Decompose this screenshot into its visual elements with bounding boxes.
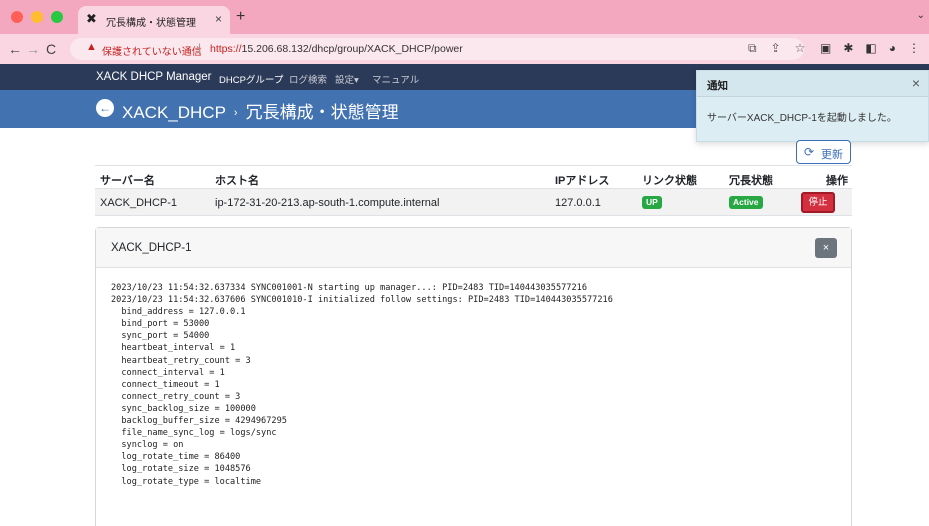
log-line: heartbeat_retry_count = 3 (111, 355, 251, 366)
log-line: connect_interval = 1 (111, 367, 225, 378)
warning-triangle-icon: ▲ (86, 41, 97, 53)
nav-log-search[interactable]: ログ検索 (289, 72, 327, 86)
table-header: サーバー名 ホスト名 IPアドレス リンク状態 冗長状態 操作 (95, 165, 852, 189)
url-text[interactable]: https://15.206.68.132/dhcp/group/XACK_DH… (210, 43, 463, 55)
app-brand[interactable]: XACK DHCP Manager (96, 71, 211, 83)
log-line: log_rotate_size = 1048576 (111, 464, 251, 475)
cell-server-name: XACK_DHCP-1 (100, 197, 178, 209)
column-header-server: サーバー名 (100, 175, 155, 187)
translate-icon[interactable]: ⧉ (748, 41, 757, 55)
favicon-icon: ✖ (86, 11, 97, 26)
extension-icons: ▣ ✱ ◧ ◕ ⋮ (820, 41, 929, 55)
extension-icon[interactable]: ▣ (820, 41, 831, 55)
log-line: connect_retry_count = 3 (111, 391, 241, 402)
tab-search-chevron-icon[interactable]: ⌄ (917, 10, 925, 21)
window-minimize-button[interactable] (31, 11, 43, 23)
address-bar[interactable]: ▲ 保護されていない通信 | https://15.206.68.132/dhc… (70, 38, 804, 60)
tab-title: 冗長構成・状態管理 (106, 18, 196, 29)
log-line: synclog = on (111, 440, 184, 451)
log-line: log_rotate_type = localtime (111, 476, 262, 487)
log-line: 2023/10/23 11:54:32.637606 SYNC001010-I … (111, 295, 613, 306)
refresh-button[interactable]: ⟳ 更新 (796, 140, 851, 164)
log-panel-header: XACK_DHCP-1 × (96, 228, 851, 268)
security-warning-label: 保護されていない通信 (102, 47, 202, 58)
redundancy-status-badge: Active (729, 196, 763, 209)
reload-icon[interactable]: C (46, 41, 56, 57)
log-panel-title: XACK_DHCP-1 (111, 242, 192, 254)
notification-toast: 通知 × サーバーXACK_DHCP-1を起動しました。 (696, 70, 929, 142)
omnibox-actions: ⧉ ⇪ ☆ (748, 41, 819, 56)
back-arrow-icon[interactable]: ← (8, 41, 22, 57)
toast-close-button[interactable]: × (912, 75, 920, 91)
breadcrumb-separator: › (233, 107, 238, 119)
window-zoom-button[interactable] (51, 11, 63, 23)
browser-tab-bar: ✖ 冗長構成・状態管理 × + ⌄ (0, 0, 929, 34)
table-row[interactable]: XACK_DHCP-1 ip-172-31-20-213.ap-south-1.… (95, 189, 852, 216)
breadcrumb-group[interactable]: XACK_DHCP (122, 103, 226, 122)
column-header-action: 操作 (826, 175, 848, 187)
page-title: XACK_DHCP › 冗長構成・状態管理 (122, 98, 399, 123)
log-line: bind_port = 53000 (111, 319, 210, 330)
log-panel: XACK_DHCP-1 × 2023/10/23 11:54:32.637334… (95, 227, 852, 526)
log-close-button[interactable]: × (815, 238, 837, 258)
column-header-redundancy: 冗長状態 (729, 175, 773, 187)
log-line: log_rotate_time = 86400 (111, 452, 241, 463)
column-header-link: リンク状態 (642, 175, 697, 187)
nav-manual[interactable]: マニュアル (372, 72, 419, 86)
back-circle-icon[interactable]: ← (96, 99, 114, 117)
log-line: sync_port = 54000 (111, 331, 210, 342)
cell-host-name: ip-172-31-20-213.ap-south-1.compute.inte… (215, 197, 440, 209)
refresh-label: 更新 (821, 149, 843, 161)
window-close-button[interactable] (11, 11, 23, 23)
column-header-host: ホスト名 (215, 175, 259, 187)
nav-dhcp-groups[interactable]: DHCPグループ (219, 72, 283, 86)
url-protocol: https:// (210, 43, 242, 55)
puzzle-icon[interactable]: ✱ (843, 41, 853, 55)
stop-button[interactable]: 停止 (801, 192, 835, 213)
cell-ip-address: 127.0.0.1 (555, 197, 601, 209)
browser-tab[interactable]: ✖ 冗長構成・状態管理 × (78, 6, 230, 34)
url-host-path: 15.206.68.132/dhcp/group/XACK_DHCP/power (241, 43, 463, 55)
log-line: heartbeat_interval = 1 (111, 343, 236, 354)
nav-settings[interactable]: 設定▾ (335, 72, 359, 86)
column-header-ip: IPアドレス (555, 175, 610, 187)
refresh-icon: ⟳ (804, 145, 815, 159)
toast-title: 通知 (707, 80, 728, 92)
url-divider: | (198, 41, 202, 55)
log-line: backlog_buffer_size = 4294967295 (111, 416, 287, 427)
toast-header: 通知 × (697, 71, 928, 97)
breadcrumb-page: 冗長構成・状態管理 (245, 103, 399, 122)
tab-close-icon[interactable]: × (215, 12, 222, 26)
forward-arrow-icon[interactable]: → (26, 41, 40, 57)
log-line: bind_address = 127.0.0.1 (111, 307, 246, 318)
profile-avatar-icon[interactable]: ◕ (889, 41, 896, 55)
browser-toolbar: ← → C ▲ 保護されていない通信 | https://15.206.68.1… (0, 34, 929, 64)
new-tab-button[interactable]: + (236, 8, 245, 26)
log-line: connect_timeout = 1 (111, 379, 220, 390)
share-icon[interactable]: ⇪ (771, 41, 781, 55)
sidebar-icon[interactable]: ◧ (865, 41, 876, 55)
log-output[interactable]: 2023/10/23 11:54:32.637334 SYNC001001-N … (111, 282, 613, 488)
link-status-badge: UP (642, 196, 662, 209)
log-line: file_name_sync_log = logs/sync (111, 428, 277, 439)
toast-message: サーバーXACK_DHCP-1を起動しました。 (707, 113, 897, 124)
menu-kebab-icon[interactable]: ⋮ (908, 41, 920, 55)
log-line: 2023/10/23 11:54:32.637334 SYNC001001-N … (111, 283, 587, 293)
log-line: sync_backlog_size = 100000 (111, 403, 256, 414)
bookmark-star-icon[interactable]: ☆ (795, 41, 806, 55)
